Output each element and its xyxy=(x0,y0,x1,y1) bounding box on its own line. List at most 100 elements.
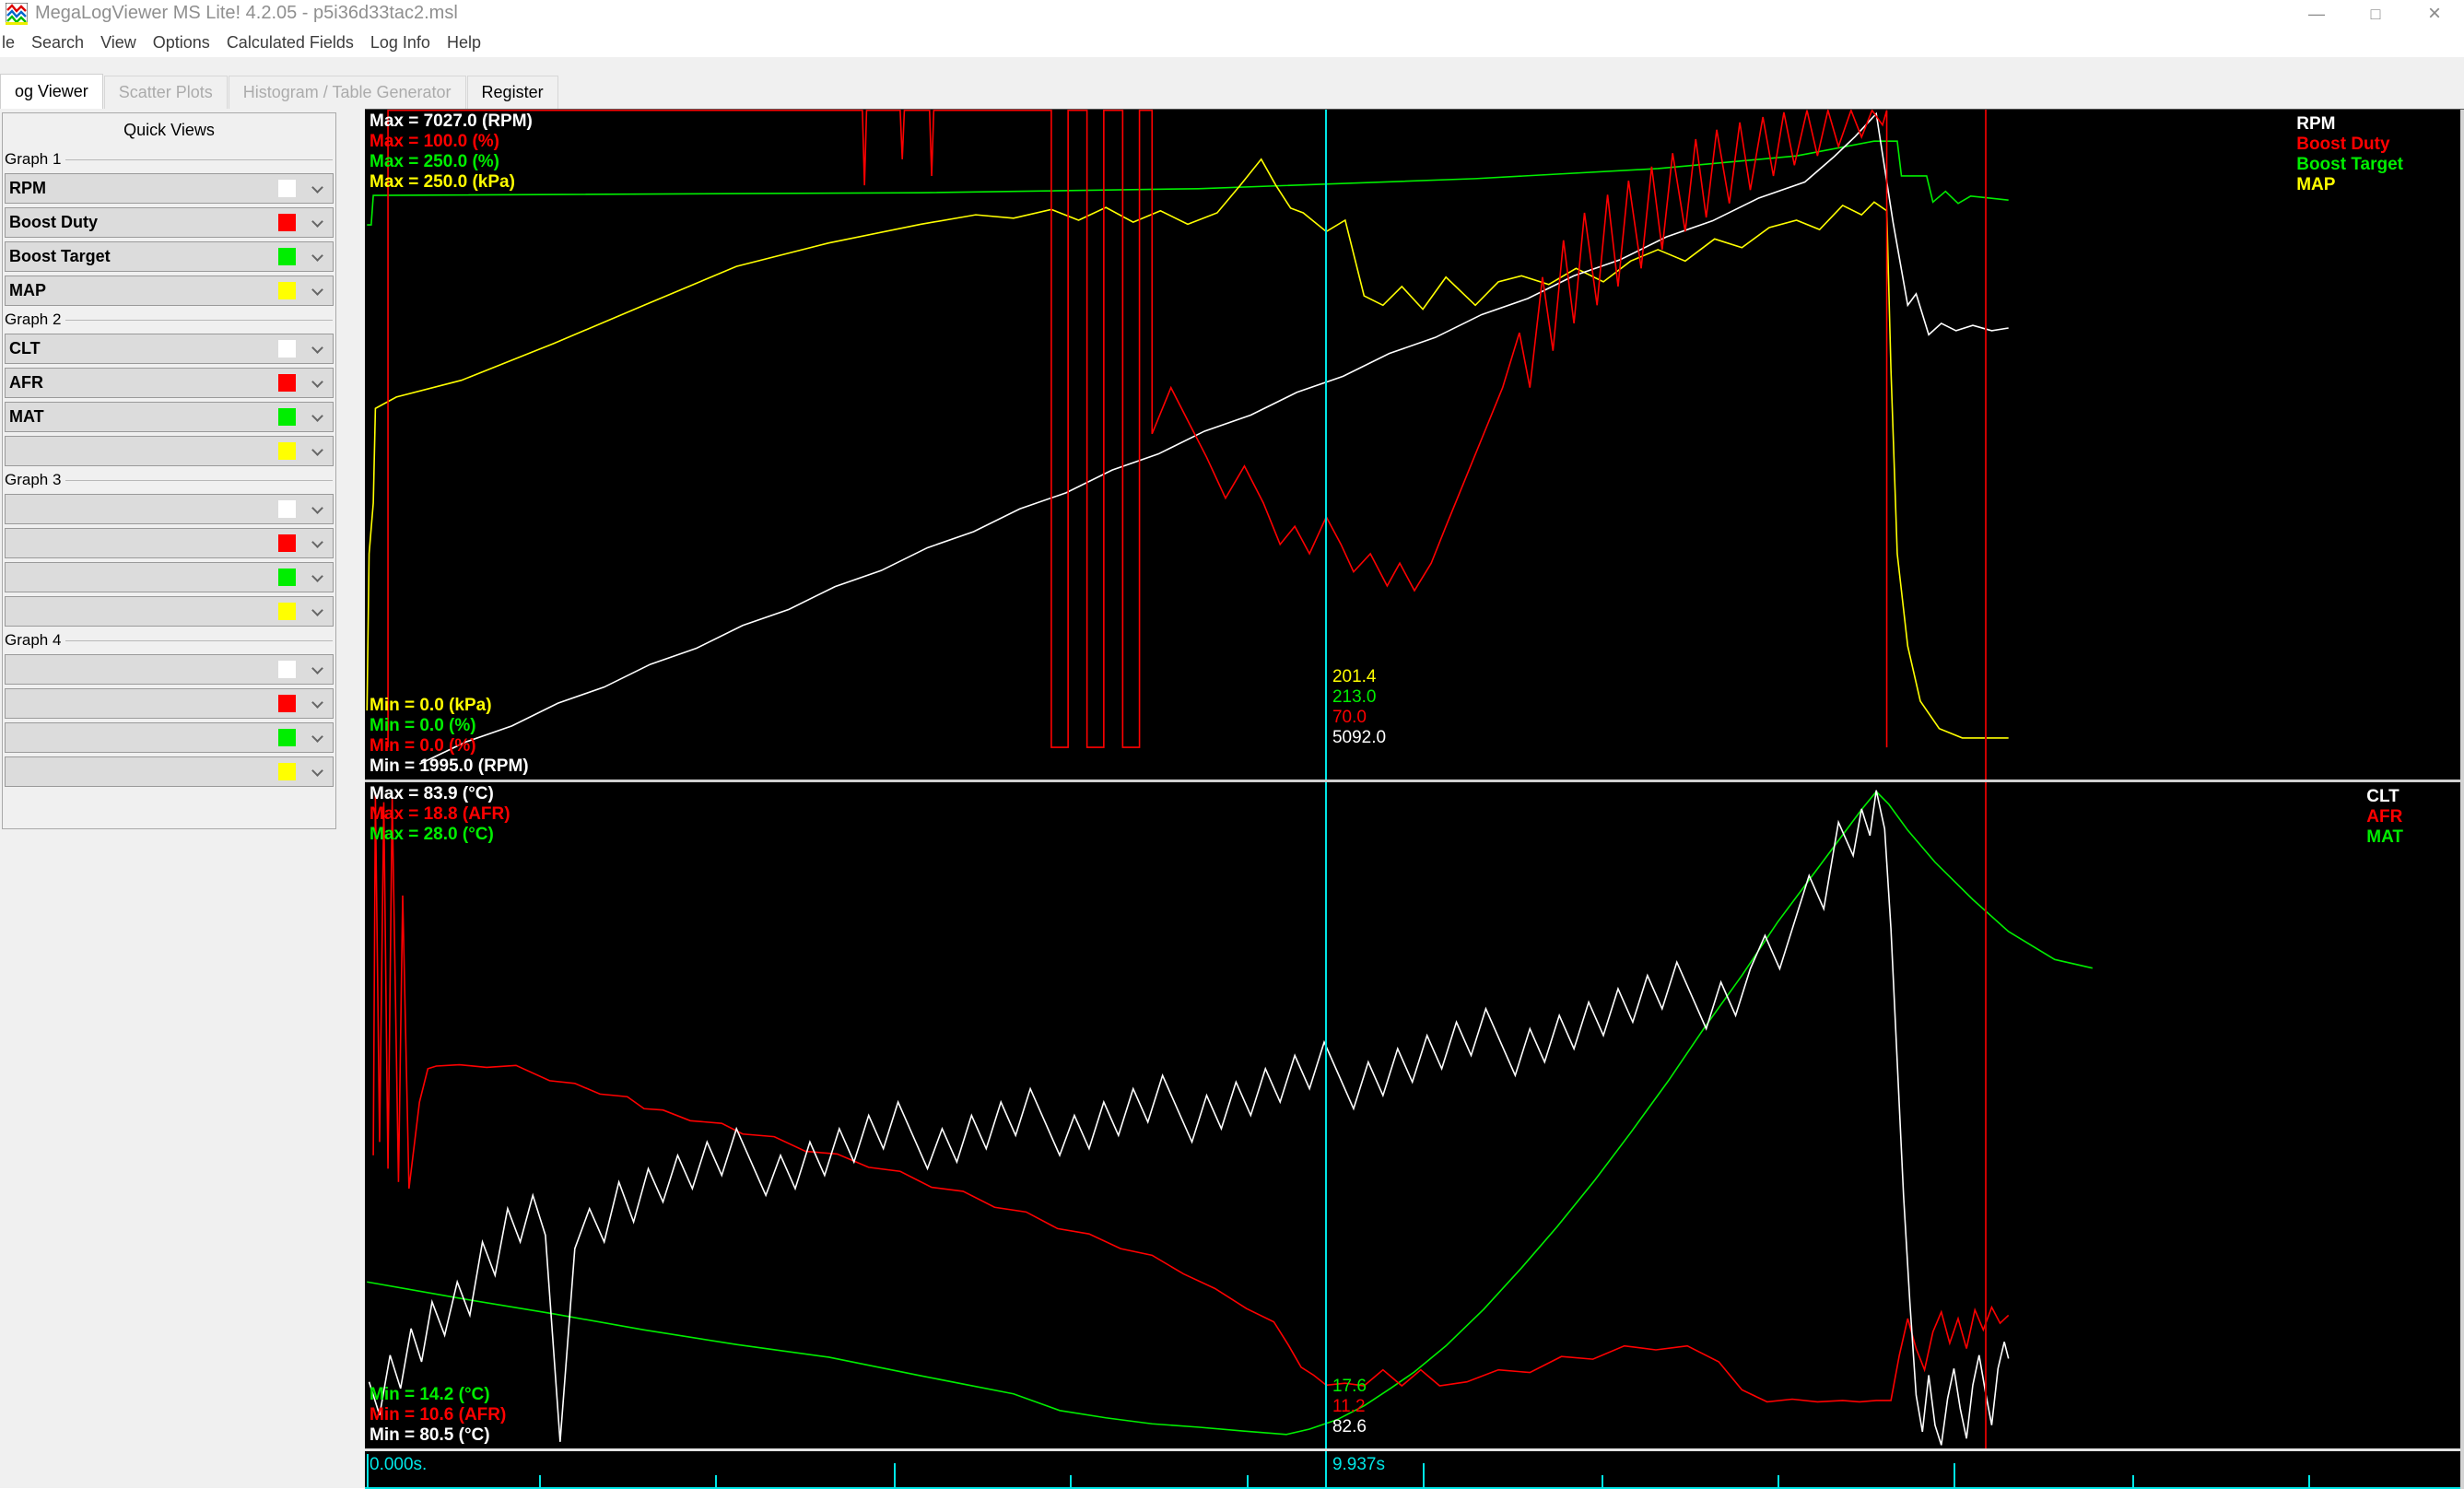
field-color-swatch xyxy=(278,569,296,586)
sidebar-group-4: Graph 4 xyxy=(5,630,334,787)
graph-2-cursor-value: 11.2 xyxy=(1332,1397,1366,1416)
field-color-swatch xyxy=(278,214,296,231)
chevron-down-icon[interactable] xyxy=(311,182,323,193)
field-selector-row[interactable] xyxy=(5,688,334,719)
graph-2-max-labels: Max = 83.9 (°C) Max = 18.8 (AFR) Max = 28.… xyxy=(370,784,510,845)
field-color-swatch xyxy=(278,534,296,552)
graph-2-traces xyxy=(365,782,2464,1448)
graph-1-legend-line: Boost Duty xyxy=(2296,135,2390,154)
field-color-swatch xyxy=(278,282,296,299)
clt-trace xyxy=(370,791,2009,1446)
menu-item-log-info[interactable]: Log Info xyxy=(362,33,439,53)
field-color-swatch xyxy=(278,248,296,265)
chevron-down-icon[interactable] xyxy=(311,216,323,228)
graph-2[interactable]: Max = 83.9 (°C) Max = 18.8 (AFR) Max = 28.… xyxy=(365,782,2464,1448)
tab-register[interactable]: Register xyxy=(466,76,558,109)
chevron-down-icon[interactable] xyxy=(311,444,323,456)
group-label-text: Graph 1 xyxy=(5,150,62,168)
field-selector-row[interactable] xyxy=(5,722,334,753)
menu-item-search[interactable]: Search xyxy=(23,33,92,53)
group-rule xyxy=(65,158,333,160)
minimize-button[interactable]: — xyxy=(2287,0,2346,28)
field-color-swatch xyxy=(278,374,296,392)
graph-area: Max = 7027.0 (RPM) Max = 100.0 (%) Max = 2… xyxy=(365,109,2464,1489)
chevron-down-icon[interactable] xyxy=(311,604,323,616)
close-button[interactable]: × xyxy=(2405,0,2464,28)
field-selector-row[interactable] xyxy=(5,494,334,524)
field-label: RPM xyxy=(9,179,46,197)
chevron-down-icon[interactable] xyxy=(311,662,323,674)
field-color-swatch xyxy=(278,603,296,620)
menu-bar: le Search View Options Calculated Fields Log … xyxy=(0,28,2464,57)
chevron-down-icon[interactable] xyxy=(311,502,323,514)
timeline-tick xyxy=(1246,1475,1249,1487)
timeline-tick xyxy=(1070,1475,1073,1487)
chevron-down-icon[interactable] xyxy=(311,570,323,582)
timeline-tick xyxy=(1954,1463,1956,1487)
graph-2-cursor-value: 17.6 xyxy=(1332,1377,1367,1396)
chevron-down-icon[interactable] xyxy=(311,731,323,743)
tab-histogram-table-generator: Histogram / Table Generator xyxy=(228,76,466,109)
field-selector-row[interactable] xyxy=(5,596,334,627)
quick-views-panel: Quick Views Graph 1 RPM Boost Duty Boost Ta… xyxy=(2,112,336,829)
field-label: MAT xyxy=(9,407,44,426)
chevron-down-icon[interactable] xyxy=(311,342,323,354)
chevron-down-icon[interactable] xyxy=(311,376,323,388)
field-selector-row[interactable] xyxy=(5,654,334,685)
menu-item-options[interactable]: Options xyxy=(145,33,218,53)
field-label: AFR xyxy=(9,373,43,392)
menu-item-calculated-fields[interactable]: Calculated Fields xyxy=(218,33,362,53)
log-marker-line[interactable] xyxy=(1984,782,1987,1448)
graph-1-min-labels-line: Min = 0.0 (%) xyxy=(370,736,476,756)
field-selector-row[interactable] xyxy=(5,436,334,466)
timeline-tick xyxy=(1423,1463,1426,1487)
graph-1-cursor-value: 5092.0 xyxy=(1332,728,1387,747)
field-color-swatch xyxy=(278,695,296,712)
timeline-start-label: 0.000s. xyxy=(370,1455,428,1474)
field-selector-row[interactable] xyxy=(5,562,334,592)
graph-1-max-labels: Max = 7027.0 (RPM) Max = 100.0 (%) Max = 2… xyxy=(370,111,533,193)
graph-1[interactable]: Max = 7027.0 (RPM) Max = 100.0 (%) Max = 2… xyxy=(365,110,2464,780)
chevron-down-icon[interactable] xyxy=(311,536,323,548)
chevron-down-icon[interactable] xyxy=(311,250,323,262)
graph-2-legend: CLT AFR MAT xyxy=(2366,787,2403,848)
timeline-cursor-line[interactable] xyxy=(1324,1451,1327,1489)
graph-1-cursor-value: 201.4 xyxy=(1332,667,1377,686)
timeline-tick xyxy=(539,1475,542,1487)
field-selector-row[interactable]: AFR xyxy=(5,368,334,398)
afr-trace xyxy=(373,795,2009,1401)
timeline-tick xyxy=(715,1475,718,1487)
chevron-down-icon[interactable] xyxy=(311,765,323,777)
field-selector-row[interactable]: MAT xyxy=(5,402,334,432)
field-selector-row[interactable]: CLT xyxy=(5,334,334,364)
graph-1-max-labels-line: Max = 250.0 (%) xyxy=(370,152,499,171)
chevron-down-icon[interactable] xyxy=(311,284,323,296)
tab-bar: og Viewer Scatter Plots Histogram / Table … xyxy=(0,57,2464,109)
menu-item-help[interactable]: Help xyxy=(439,33,489,53)
field-selector-row[interactable]: RPM xyxy=(5,173,334,204)
menu-item-view[interactable]: View xyxy=(92,33,145,53)
menu-item-le[interactable]: le xyxy=(0,33,23,53)
maximize-button[interactable]: □ xyxy=(2346,0,2405,28)
timeline-tick xyxy=(1601,1475,1603,1487)
field-selector-row[interactable] xyxy=(5,756,334,787)
cursor-line[interactable] xyxy=(1324,782,1327,1448)
field-selector-row[interactable]: MAP xyxy=(5,276,334,306)
field-color-swatch xyxy=(278,729,296,746)
field-selector-row[interactable] xyxy=(5,528,334,558)
timeline-tick xyxy=(367,1454,370,1487)
graph-1-min-labels-line: Min = 0.0 (%) xyxy=(370,716,476,735)
window-title: MegaLogViewer MS Lite! 4.2.05 - p5i36d33… xyxy=(35,3,458,23)
field-label: MAP xyxy=(9,281,46,299)
group-label-text: Graph 4 xyxy=(5,631,62,649)
field-selector-row[interactable]: Boost Duty xyxy=(5,207,334,238)
graph-1-cursor-value: 213.0 xyxy=(1332,687,1377,707)
field-selector-row[interactable]: Boost Target xyxy=(5,241,334,272)
timeline[interactable]: 0.000s. 9.937s xyxy=(365,1451,2464,1489)
cursor-line[interactable] xyxy=(1324,110,1327,780)
graph-2-max-labels-line: Max = 83.9 (°C) xyxy=(370,784,494,803)
chevron-down-icon[interactable] xyxy=(311,410,323,422)
tab-og-viewer[interactable]: og Viewer xyxy=(0,74,103,109)
log-marker-line[interactable] xyxy=(1984,110,1987,780)
chevron-down-icon[interactable] xyxy=(311,697,323,709)
